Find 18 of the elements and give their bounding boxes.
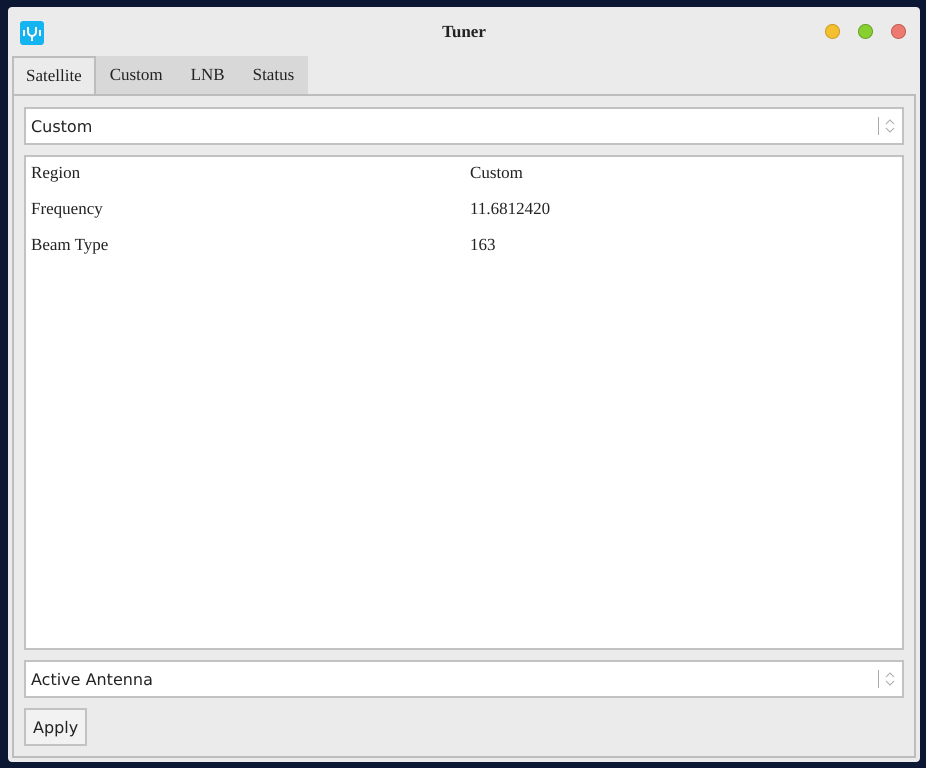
window-title: Tuner (442, 22, 486, 42)
tab[interactable]: Satellite (12, 56, 96, 94)
maximize-button[interactable] (858, 24, 873, 39)
tuning-fork-icon (20, 20, 44, 44)
tab[interactable]: LNB (176, 56, 239, 94)
satellite-dropdown[interactable]: Custom (24, 107, 904, 145)
property-value: Custom (470, 163, 523, 184)
property-value: 163 (470, 235, 496, 256)
tab[interactable]: Status (238, 56, 308, 94)
apply-button[interactable]: Apply (24, 708, 88, 746)
property-name: Frequency (31, 199, 104, 220)
property-name: Region (31, 163, 82, 184)
property-name: Beam Type (31, 235, 110, 256)
property-value: 11.6812420 (470, 199, 550, 220)
minimize-button[interactable] (825, 24, 840, 39)
tab[interactable]: Custom (96, 56, 177, 94)
antenna-dropdown[interactable]: Active Antenna (24, 660, 904, 698)
close-button[interactable] (891, 24, 906, 39)
